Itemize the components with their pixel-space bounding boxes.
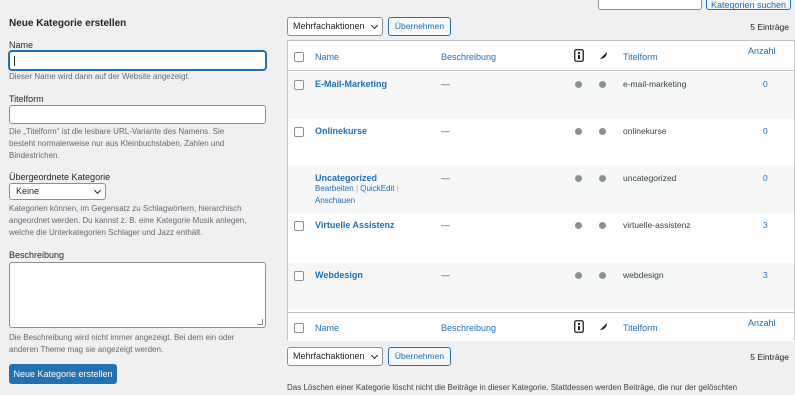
bulk-actions-select-top[interactable]: Mehrfachaktionen — [287, 17, 383, 36]
category-name-link[interactable]: Webdesign — [315, 270, 363, 280]
column-footer-description[interactable]: Beschreibung — [441, 323, 496, 333]
status-dot-icon — [575, 81, 582, 88]
table-row: E-Mail-Marketing — e-mail-marketing 0 — [288, 72, 794, 119]
category-description: — — [441, 79, 450, 89]
feather-column-icon — [599, 323, 607, 331]
parent-description-line-3: welche die Unterkategorien Schlager und … — [9, 228, 203, 237]
metaindex-column-icon — [574, 320, 584, 333]
column-footer-name[interactable]: Name — [315, 323, 339, 333]
slug-input[interactable] — [9, 105, 266, 124]
quickedit-link[interactable]: QuickEdit — [360, 184, 394, 193]
description-textarea[interactable] — [9, 262, 266, 328]
description-help-line-2: anderen Theme mag sie angezeigt werden. — [9, 345, 164, 354]
row-checkbox[interactable] — [294, 80, 304, 90]
slug-description-line-2: besteht normalerweise nur aus Kleinbuchs… — [9, 139, 225, 148]
chevron-down-icon — [93, 186, 102, 195]
slug-description-line-3: Bindestrichen. — [9, 151, 60, 160]
category-description: — — [441, 220, 450, 230]
category-slug: webdesign — [623, 270, 664, 280]
column-header-description[interactable]: Beschreibung — [441, 52, 496, 62]
column-header-count[interactable]: Anzahl — [748, 46, 776, 56]
category-count-link[interactable]: 3 — [763, 270, 768, 280]
slug-description-line-1: Die „Titelform“ ist die lesbare URL-Vari… — [9, 127, 225, 136]
select-all-checkbox[interactable] — [294, 323, 304, 333]
status-dot-icon — [599, 128, 606, 135]
resize-handle-icon[interactable] — [257, 319, 263, 325]
category-name-link[interactable]: Virtuelle Assistenz — [315, 220, 395, 230]
bulk-actions-select-bottom[interactable]: Mehrfachaktionen — [287, 347, 383, 366]
category-name-link[interactable]: Onlinekurse — [315, 126, 367, 136]
row-checkbox[interactable] — [294, 127, 304, 137]
bulk-actions-value: Mehrfachaktionen — [293, 21, 365, 31]
table-header: Name Beschreibung Titelform Anzahl — [288, 41, 794, 71]
category-count-link[interactable]: 0 — [763, 126, 768, 136]
name-description: Dieser Name wird dann auf der Website an… — [9, 72, 190, 81]
category-description: — — [441, 270, 450, 280]
category-description: — — [441, 173, 450, 183]
category-slug: e-mail-marketing — [623, 79, 687, 89]
categories-table: Name Beschreibung Titelform Anzahl E-Mai… — [287, 40, 795, 341]
status-dot-icon — [599, 272, 606, 279]
status-dot-icon — [575, 222, 582, 229]
column-footer-slug[interactable]: Titelform — [623, 323, 658, 333]
row-action-separator: | — [355, 184, 359, 193]
row-checkbox[interactable] — [294, 271, 304, 281]
row-actions: Bearbeiten | QuickEdit | Anschauen — [315, 183, 425, 207]
apply-button-top[interactable]: Übernehmen — [388, 17, 451, 36]
column-header-slug[interactable]: Titelform — [623, 52, 658, 62]
parent-label: Übergeordnete Kategorie — [9, 172, 111, 182]
row-checkbox[interactable] — [294, 221, 304, 231]
add-category-button[interactable]: Neue Kategorie erstellen — [9, 364, 117, 384]
category-description: — — [441, 126, 450, 136]
category-slug: virtuelle-assistenz — [623, 220, 691, 230]
search-input[interactable] — [598, 0, 702, 10]
description-help-line-1: Die Beschreibung wird nicht immer angeze… — [9, 333, 235, 342]
item-count-top: 5 Einträge — [750, 22, 789, 32]
column-header-name[interactable]: Name — [315, 52, 339, 62]
status-dot-icon — [599, 81, 606, 88]
delete-notice: Das Löschen einer Kategorie löscht nicht… — [287, 383, 738, 392]
name-label: Name — [9, 40, 34, 50]
feather-column-icon — [599, 52, 607, 60]
category-slug: uncategorized — [623, 173, 677, 183]
category-slug: onlinekurse — [623, 126, 667, 136]
category-count-link[interactable]: 0 — [763, 173, 768, 183]
metaindex-column-icon — [574, 49, 584, 62]
slug-label: Titelform — [9, 94, 44, 104]
apply-button-bottom[interactable]: Übernehmen — [388, 347, 451, 366]
row-action-separator: | — [396, 184, 399, 193]
category-name-link[interactable]: E-Mail-Marketing — [315, 79, 387, 89]
status-dot-icon — [599, 222, 606, 229]
parent-select[interactable]: Keine — [9, 183, 106, 200]
item-count-bottom: 5 Einträge — [750, 352, 789, 362]
text-caret — [14, 56, 15, 66]
table-footer: Name Beschreibung Titelform Anzahl — [288, 312, 794, 341]
column-footer-count[interactable]: Anzahl — [748, 318, 776, 328]
chevron-down-icon — [370, 21, 379, 30]
category-count-link[interactable]: 3 — [763, 220, 768, 230]
table-row: Onlinekurse — onlinekurse 0 — [288, 119, 794, 166]
category-name-link[interactable]: Uncategorized — [315, 173, 377, 183]
table-row: Virtuelle Assistenz — virtuelle-assisten… — [288, 213, 794, 260]
search-categories-button[interactable]: Kategorien suchen — [706, 0, 791, 10]
parent-description-line-1: Kategorien können, im Gegensatz zu Schla… — [9, 204, 242, 213]
select-all-checkbox[interactable] — [294, 52, 304, 62]
edit-link[interactable]: Bearbeiten — [315, 184, 354, 193]
status-dot-icon — [575, 128, 582, 135]
category-count-link[interactable]: 0 — [763, 79, 768, 89]
status-dot-icon — [575, 175, 582, 182]
description-label: Beschreibung — [9, 250, 65, 260]
table-row: Webdesign — webdesign 3 — [288, 263, 794, 310]
view-link[interactable]: Anschauen — [315, 196, 355, 205]
status-dot-icon — [575, 272, 582, 279]
form-title: Neue Kategorie erstellen — [9, 18, 127, 29]
status-dot-icon — [599, 175, 606, 182]
chevron-down-icon — [370, 351, 379, 360]
parent-description-line-2: angeordnet werden. Du kannst z. B. eine … — [9, 216, 247, 225]
name-input[interactable] — [9, 51, 266, 70]
table-row: Uncategorized Bearbeiten | QuickEdit | A… — [288, 166, 794, 213]
parent-select-value: Keine — [16, 186, 40, 196]
bulk-actions-value: Mehrfachaktionen — [293, 351, 365, 361]
